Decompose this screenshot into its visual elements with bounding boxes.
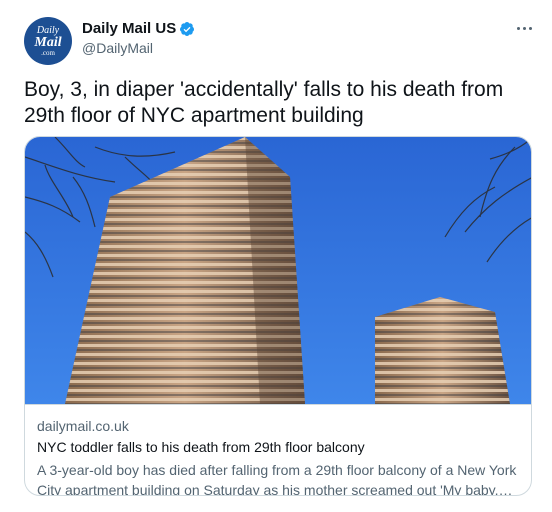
handle[interactable]: @DailyMail [82, 40, 153, 56]
card-image[interactable] [25, 137, 532, 404]
avatar-text-top: Daily [36, 24, 60, 36]
tweet[interactable]: Daily Mail .com Daily Mail US @DailyMail… [0, 0, 552, 512]
author-row: Daily Mail US [82, 20, 195, 37]
card-description: A 3-year-old boy has died after falling … [37, 462, 517, 496]
tweet-text: Boy, 3, in diaper 'accidentally' falls t… [24, 78, 504, 127]
card-body: dailymail.co.uk NYC toddler falls to his… [25, 404, 531, 495]
avatar-text-bottom: .com [41, 48, 55, 57]
card-title: NYC toddler falls to his death from 29th… [37, 439, 365, 455]
verified-badge-icon [180, 21, 195, 36]
card-domain: dailymail.co.uk [37, 418, 129, 434]
avatar[interactable]: Daily Mail .com [24, 17, 72, 65]
link-card[interactable]: dailymail.co.uk NYC toddler falls to his… [24, 136, 532, 496]
display-name[interactable]: Daily Mail US [82, 20, 176, 37]
avatar-text-mid: Mail [34, 34, 62, 50]
more-horizontal-icon[interactable] [512, 18, 536, 38]
